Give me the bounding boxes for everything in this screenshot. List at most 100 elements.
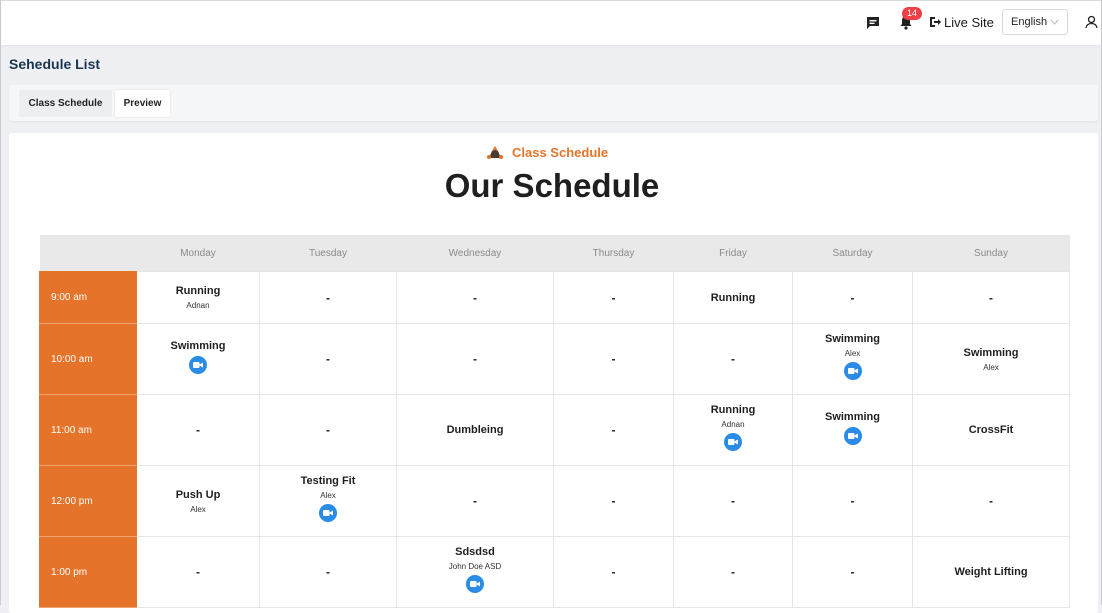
schedule-cell: - bbox=[792, 536, 913, 608]
video-call-button[interactable] bbox=[189, 355, 207, 374]
class-name: Sdsdsd bbox=[455, 546, 495, 558]
table-row: 12:00 pm Push Up Alex Testing Fit Alex - - - - - bbox=[39, 465, 1070, 537]
trainer-name: Alex bbox=[844, 349, 861, 358]
trainer-name: Adnan bbox=[721, 420, 745, 429]
schedule-cell: Swimming Alex bbox=[912, 323, 1070, 395]
schedule-cell: CrossFit bbox=[912, 394, 1070, 466]
schedule-cell: - bbox=[136, 394, 260, 466]
empty-slot: - bbox=[326, 565, 330, 579]
video-call-button[interactable] bbox=[843, 362, 862, 380]
table-row: 9:00 am Running Adnan - - - Running - - bbox=[39, 271, 1070, 324]
trainer-name: John Doe ASD bbox=[448, 562, 502, 571]
schedule-cell: - bbox=[259, 271, 397, 324]
empty-slot: - bbox=[611, 290, 616, 305]
schedule-cell: Running bbox=[673, 271, 793, 324]
header-day: Wednesday bbox=[396, 235, 554, 272]
schedule-cell: - bbox=[259, 394, 397, 466]
schedule-cell: - bbox=[553, 271, 674, 324]
empty-slot: - bbox=[326, 423, 330, 437]
class-name: Swimming bbox=[963, 346, 1019, 359]
empty-slot: - bbox=[611, 494, 616, 508]
schedule-cell: - bbox=[673, 323, 793, 395]
schedule-table: Monday Tuesday Wednesday Thursday Friday… bbox=[39, 235, 1070, 608]
schedule-cell: Weight Lifting bbox=[912, 536, 1070, 608]
header-day: Saturday bbox=[792, 235, 913, 272]
table-header-row: Monday Tuesday Wednesday Thursday Friday… bbox=[39, 235, 1070, 272]
table-row: 1:00 pm - - Sdsdsd John Doe ASD - - - Weight Lif… bbox=[39, 536, 1070, 608]
time-slot: 11:00 am bbox=[39, 394, 137, 466]
class-name: Testing Fit bbox=[300, 475, 356, 487]
trainer-name: Alex bbox=[190, 504, 206, 514]
live-site-link[interactable]: Live Site bbox=[929, 14, 994, 30]
class-name: Dumbleing bbox=[446, 424, 504, 436]
schedule-cell: Running Adnan bbox=[673, 394, 793, 466]
empty-slot: - bbox=[989, 494, 993, 508]
video-call-button[interactable] bbox=[319, 504, 337, 522]
schedule-cell: - bbox=[912, 271, 1070, 324]
empty-slot: - bbox=[731, 565, 735, 579]
fitness-logo-icon bbox=[487, 145, 503, 159]
schedule-cell: - bbox=[553, 394, 674, 466]
class-name: Running bbox=[710, 291, 756, 304]
schedule-cell: Running Adnan bbox=[136, 271, 260, 324]
schedule-cell: - bbox=[912, 465, 1070, 537]
class-name: Swimming bbox=[824, 333, 880, 345]
tabs-bar: Class Schedule Preview bbox=[9, 85, 1098, 121]
live-site-label: Live Site bbox=[944, 14, 994, 30]
schedule-cell: Swimming bbox=[792, 394, 913, 466]
empty-slot: - bbox=[989, 290, 993, 305]
chevron-down-icon bbox=[1050, 19, 1059, 25]
schedule-cell: Push Up Alex bbox=[136, 465, 260, 537]
empty-slot: - bbox=[326, 352, 330, 366]
language-value: English bbox=[1011, 16, 1048, 28]
empty-slot: - bbox=[326, 290, 330, 305]
header-day: Tuesday bbox=[259, 235, 397, 272]
video-camera-icon bbox=[847, 368, 858, 374]
empty-slot: - bbox=[196, 423, 200, 437]
empty-slot: - bbox=[473, 494, 477, 508]
empty-slot: - bbox=[473, 290, 477, 305]
class-name: Push Up bbox=[175, 488, 221, 501]
time-slot: 12:00 pm bbox=[39, 465, 137, 537]
video-call-button[interactable] bbox=[843, 426, 862, 445]
header-time bbox=[39, 235, 137, 272]
time-slot: 1:00 pm bbox=[39, 536, 137, 608]
video-camera-icon bbox=[323, 510, 333, 516]
class-name: Swimming bbox=[824, 410, 880, 423]
class-name: Running bbox=[175, 285, 221, 297]
empty-slot: - bbox=[473, 352, 477, 366]
schedule-cell: - bbox=[673, 536, 793, 608]
user-icon[interactable] bbox=[1085, 15, 1098, 29]
schedule-heading: Our Schedule bbox=[444, 167, 660, 204]
section-subtitle: Class Schedule bbox=[486, 144, 608, 160]
schedule-cell: - bbox=[792, 271, 913, 324]
time-slot: 10:00 am bbox=[39, 323, 137, 395]
logout-icon bbox=[930, 17, 941, 27]
empty-slot: - bbox=[850, 290, 855, 305]
schedule-cell: - bbox=[792, 465, 913, 537]
tab-class-schedule[interactable]: Class Schedule bbox=[19, 90, 112, 117]
trainer-name: Alex bbox=[320, 491, 336, 500]
empty-slot: - bbox=[731, 352, 735, 366]
schedule-body: 9:00 am Running Adnan - - - Running - - 10:00 am S… bbox=[39, 271, 1070, 608]
empty-slot: - bbox=[731, 494, 735, 508]
subtitle-text: Class Schedule bbox=[512, 144, 609, 160]
notification-badge: 14 bbox=[902, 7, 922, 20]
chat-icon[interactable] bbox=[866, 16, 880, 30]
schedule-cell: Swimming Alex bbox=[792, 323, 913, 395]
video-camera-icon bbox=[728, 439, 738, 445]
language-select[interactable]: English bbox=[1002, 9, 1068, 35]
schedule-cell: Sdsdsd John Doe ASD bbox=[396, 536, 554, 608]
schedule-cell: - bbox=[553, 536, 674, 608]
header-day: Thursday bbox=[553, 235, 674, 272]
header-day: Friday bbox=[673, 235, 793, 272]
video-call-button[interactable] bbox=[466, 575, 484, 593]
class-name: Swimming bbox=[170, 339, 226, 352]
video-call-button[interactable] bbox=[724, 433, 742, 451]
empty-slot: - bbox=[611, 423, 616, 437]
schedule-cell: - bbox=[396, 465, 554, 537]
class-name: CrossFit bbox=[968, 424, 1014, 436]
tab-preview[interactable]: Preview bbox=[115, 90, 170, 117]
schedule-cell: Swimming bbox=[136, 323, 260, 395]
schedule-cell: Testing Fit Alex bbox=[259, 465, 397, 537]
